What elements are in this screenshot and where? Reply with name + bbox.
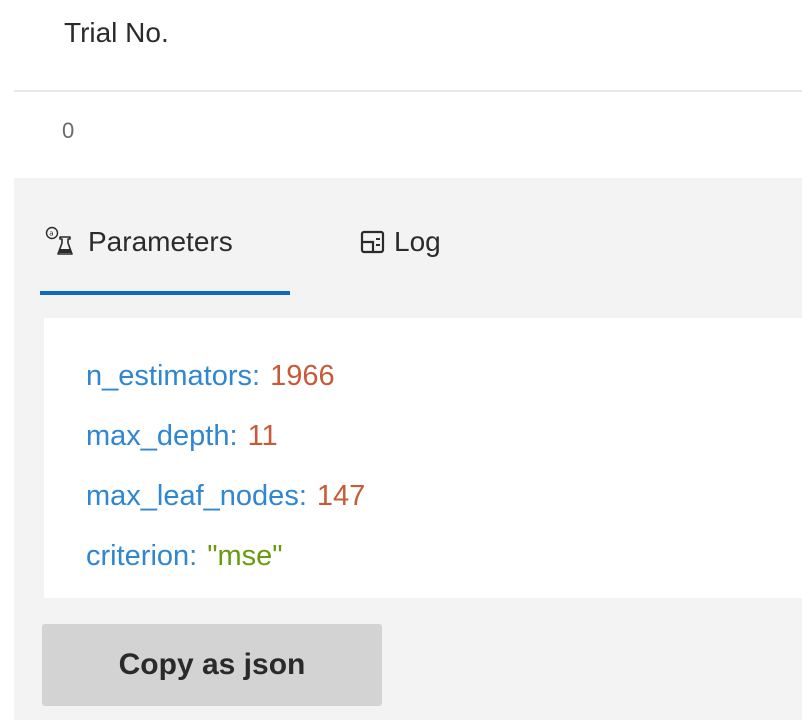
trial-detail-page: Trial No. 0 a Parameters Log n_estimator… [0, 0, 802, 720]
parameters-card: n_estimators: 1966 max_depth: 11 max_leaf_… [44, 318, 802, 598]
parameter-value: 11 [247, 420, 278, 452]
active-tab-indicator [40, 291, 290, 295]
parameter-key: n_estimators [86, 360, 253, 392]
parameter-max-depth: max_depth: 11 [86, 406, 365, 466]
detail-tabs: a Parameters Log [14, 178, 802, 296]
parameter-key: max_leaf_nodes [86, 480, 299, 512]
parameter-n-estimators: n_estimators: 1966 [86, 346, 365, 406]
tab-parameters-label: Parameters [88, 226, 233, 257]
parameter-value: "mse" [207, 540, 283, 572]
parameters-icon: a [42, 225, 76, 259]
parameter-key: max_depth [86, 420, 230, 452]
parameter-colon: : [229, 420, 238, 452]
trial-no-cell: 0 [62, 118, 75, 143]
parameter-value: 1966 [270, 360, 335, 392]
parameter-key: criterion [86, 540, 190, 572]
svg-text:a: a [49, 230, 53, 238]
trial-no-header[interactable]: Trial No. [64, 17, 169, 49]
tab-log[interactable]: Log [360, 212, 441, 272]
parameter-colon: : [298, 480, 307, 512]
tab-log-label: Log [394, 226, 441, 257]
copy-as-json-button[interactable]: Copy as json [42, 624, 382, 706]
log-icon [360, 229, 386, 255]
table-header-row: Trial No. [14, 0, 802, 92]
trial-detail-panel: a Parameters Log n_estimators: 1966 max_… [14, 178, 802, 720]
table-row[interactable]: 0 [14, 92, 802, 178]
parameter-colon: : [189, 540, 198, 572]
parameter-colon: : [252, 360, 261, 392]
parameter-criterion: criterion: "mse" [86, 526, 365, 586]
parameter-value: 147 [316, 480, 366, 512]
tab-parameters[interactable]: a Parameters [42, 212, 233, 272]
parameter-max-leaf-nodes: max_leaf_nodes: 147 [86, 466, 365, 526]
parameters-list: n_estimators: 1966 max_depth: 11 max_leaf_… [86, 346, 365, 586]
